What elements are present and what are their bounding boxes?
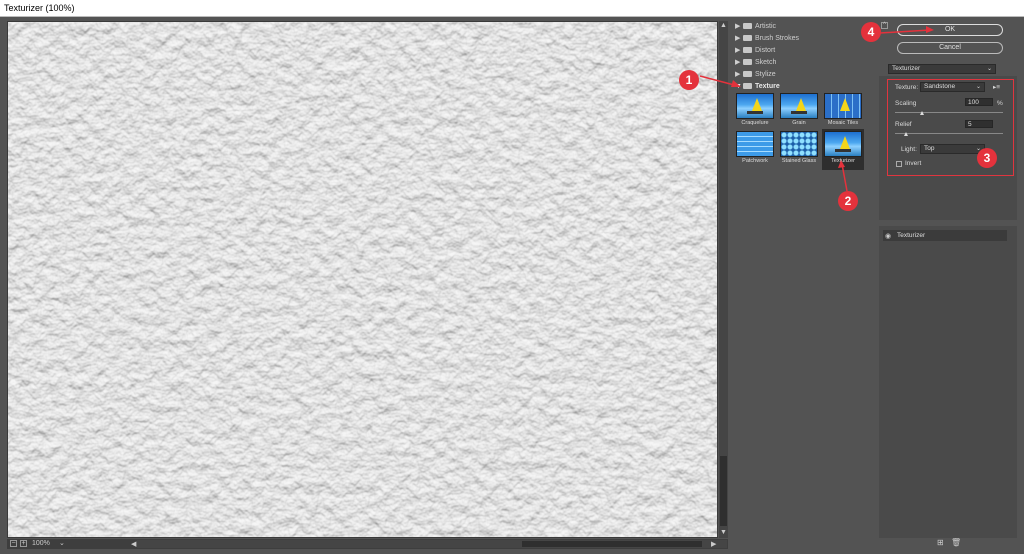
cancel-button[interactable]: Cancel (897, 42, 1003, 54)
new-layer-icon[interactable]: ⊞ (937, 538, 944, 547)
filter-mosaic-tiles[interactable]: Mosaic Tiles (824, 93, 862, 126)
scroll-down-icon[interactable]: ▼ (720, 529, 727, 536)
preview-horizontal-scrollbar[interactable] (137, 540, 727, 548)
zoom-in-icon[interactable]: + (20, 540, 27, 547)
filter-patchwork[interactable]: Patchwork (736, 131, 774, 164)
folder-icon (743, 35, 752, 41)
filter-stained-glass[interactable]: Stained Glass (780, 131, 818, 164)
category-texture[interactable]: ▼ Texture (735, 81, 780, 92)
triangle-right-icon: ▶ (735, 47, 741, 54)
triangle-right-icon: ▶ (735, 23, 741, 30)
category-brush-strokes[interactable]: ▶ Brush Strokes (735, 33, 799, 44)
filter-thumbnail (780, 93, 818, 119)
triangle-right-icon: ▶ (735, 71, 741, 78)
annotation-badge-1: 1 (679, 70, 699, 90)
filter-thumbnail (824, 93, 862, 119)
chevron-down-icon[interactable]: ⌄ (59, 539, 65, 549)
effect-layer-texturizer[interactable]: ◉ Texturizer (883, 230, 1007, 241)
annotation-badge-3: 3 (977, 148, 997, 168)
folder-icon (743, 71, 752, 77)
filter-thumbnail (736, 93, 774, 119)
filter-gallery: ▶ Artistic ▶ Brush Strokes ▶ Distort ▶ Sketc… (730, 18, 870, 538)
vertical-scroll-thumb[interactable] (720, 456, 727, 526)
eye-icon[interactable]: ◉ (885, 231, 891, 242)
filter-grain[interactable]: Grain (780, 93, 818, 126)
category-sketch[interactable]: ▶ Sketch (735, 57, 776, 68)
triangle-right-icon: ▶ (735, 59, 741, 66)
chevron-down-icon: ⌄ (986, 66, 992, 72)
folder-icon (743, 47, 752, 53)
folder-open-icon (743, 83, 752, 89)
window-title: Texturizer (100%) (4, 3, 75, 13)
scroll-up-icon[interactable]: ▲ (720, 22, 727, 29)
filter-thumbnail (780, 131, 818, 157)
filter-thumbnail (824, 131, 862, 157)
category-artistic[interactable]: ▶ Artistic (735, 21, 776, 32)
horizontal-scroll-thumb[interactable] (522, 541, 702, 547)
triangle-down-icon: ▼ (735, 83, 742, 90)
window-titlebar: Texturizer (100%) (0, 0, 1024, 17)
category-stylize[interactable]: ▶ Stylize (735, 69, 776, 80)
preview-canvas[interactable] (7, 21, 718, 538)
collapse-gallery-icon[interactable]: ^ (881, 22, 888, 29)
folder-icon (743, 59, 752, 65)
triangle-right-icon: ▶ (735, 35, 741, 42)
filter-texturizer[interactable]: Texturizer (822, 129, 864, 170)
zoom-out-icon[interactable]: − (10, 540, 17, 547)
effect-layers-panel: ◉ Texturizer (879, 226, 1017, 538)
preview-bottom-bar: − + 100% ⌄ ◀ ▶ (7, 539, 728, 549)
folder-icon (743, 23, 752, 29)
category-distort[interactable]: ▶ Distort (735, 45, 775, 56)
sandstone-texture (8, 22, 717, 537)
filter-select[interactable]: Texturizer ⌄ (888, 64, 996, 74)
filter-craquelure[interactable]: Craquelure (736, 93, 774, 126)
zoom-level[interactable]: 100% (32, 539, 50, 549)
trash-icon[interactable]: 🗑 (951, 538, 961, 547)
annotation-badge-4: 4 (861, 22, 881, 42)
scroll-right-icon[interactable]: ▶ (711, 541, 716, 548)
annotation-badge-2: 2 (838, 191, 858, 211)
filter-thumbnail (736, 131, 774, 157)
scroll-left-icon[interactable]: ◀ (131, 541, 136, 548)
preview-vertical-scrollbar[interactable]: ▲ ▼ (719, 21, 728, 538)
ok-button[interactable]: OK (897, 24, 1003, 36)
